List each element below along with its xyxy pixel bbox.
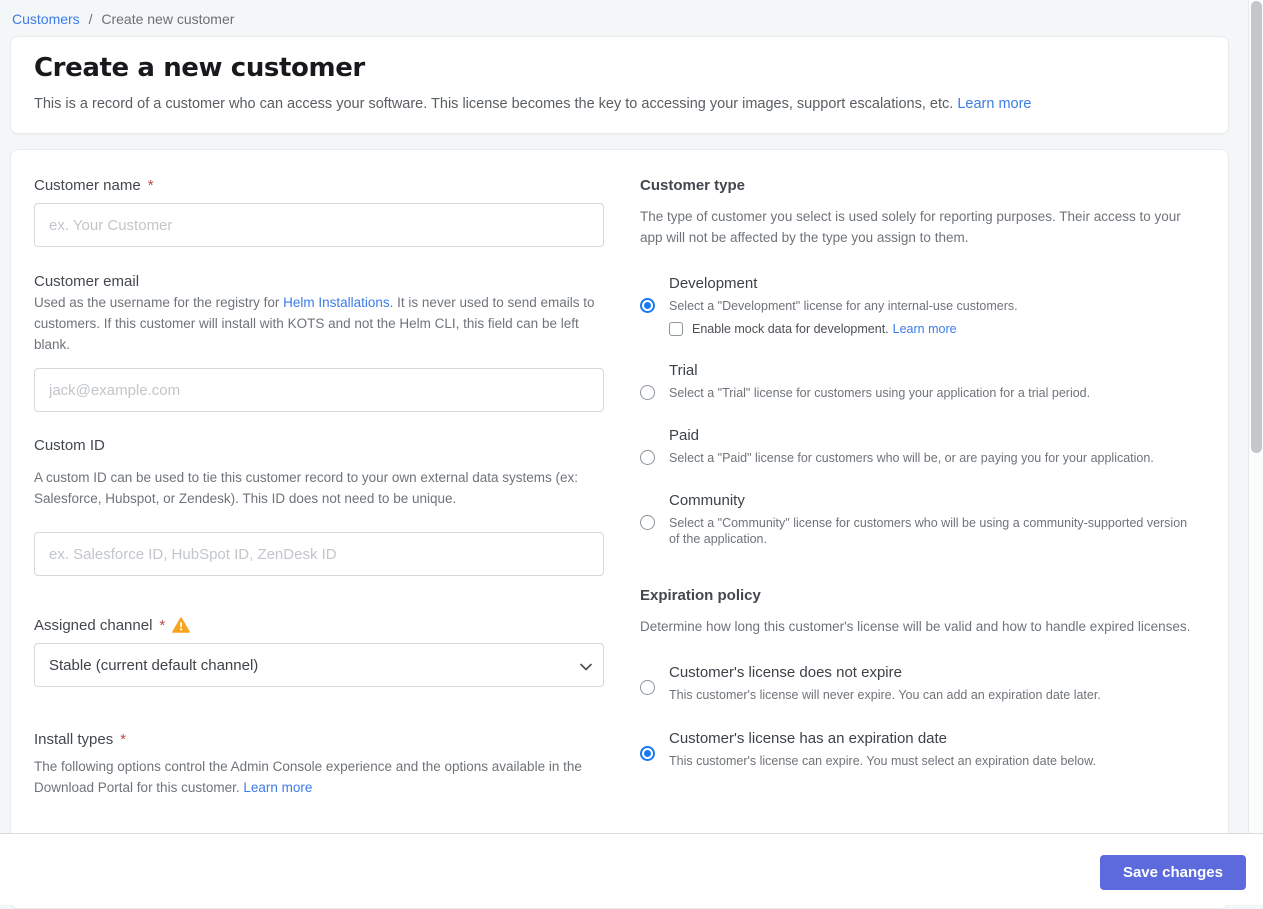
customer-email-label-text: Customer email xyxy=(34,273,140,290)
radio-license-has-expiration-date[interactable] xyxy=(640,746,655,761)
development-option-description: Select a "Development" license for any i… xyxy=(669,299,1018,313)
radio-development[interactable] xyxy=(640,298,655,313)
form-left-column: Customer name * Customer email Used as t… xyxy=(34,177,604,868)
customer-name-label-text: Customer name xyxy=(34,177,141,194)
sticky-footer: Save changes xyxy=(0,833,1263,905)
form-right-column: Customer type The type of customer you s… xyxy=(640,177,1197,868)
page-header-card: Create a new customer This is a record o… xyxy=(10,36,1229,134)
enable-mock-data-label[interactable]: Enable mock data for development. xyxy=(692,322,889,336)
has-expiration-option-description: This customer's license can expire. You … xyxy=(669,754,1096,768)
development-option-label[interactable]: Development xyxy=(669,275,1197,292)
custom-id-input[interactable] xyxy=(34,532,604,576)
breadcrumb-separator: / xyxy=(88,11,93,27)
breadcrumb: Customers / Create new customer xyxy=(0,0,1263,27)
header-learn-more-link[interactable]: Learn more xyxy=(957,96,1031,112)
customer-type-option-community: Community Select a "Community" license f… xyxy=(640,492,1197,547)
expiration-policy-description: Determine how long this customer's licen… xyxy=(640,619,1191,634)
page-title: Create a new customer xyxy=(34,53,365,83)
community-option-label[interactable]: Community xyxy=(669,492,1197,509)
save-button[interactable]: Save changes xyxy=(1099,855,1246,890)
breadcrumb-current: Create new customer xyxy=(101,11,235,27)
customer-email-input[interactable] xyxy=(34,368,604,412)
customer-email-help-before: Used as the username for the registry fo… xyxy=(34,295,284,310)
helm-installations-link[interactable]: Helm Installations xyxy=(283,295,390,310)
required-asterisk: * xyxy=(120,731,127,748)
customer-form-card: Customer name * Customer email Used as t… xyxy=(10,149,1229,909)
required-asterisk: * xyxy=(147,177,154,194)
custom-id-field-group: Custom ID A custom ID can be used to tie… xyxy=(34,437,604,617)
no-expire-option-description: This customer's license will never expir… xyxy=(669,688,1101,702)
custom-id-help: A custom ID can be used to tie this cust… xyxy=(34,470,578,506)
community-option-description: Select a "Community" license for custome… xyxy=(669,516,1188,546)
customer-type-section: Customer type The type of customer you s… xyxy=(640,177,1197,547)
no-expire-option-label[interactable]: Customer's license does not expire xyxy=(669,664,1197,681)
assigned-channel-field-group: Assigned channel * Stable (current defau… xyxy=(34,616,604,687)
install-types-help: The following options control the Admin … xyxy=(34,756,604,798)
development-option-body: Select a "Development" license for any i… xyxy=(669,296,1018,336)
has-expiration-option-label[interactable]: Customer's license has an expiration dat… xyxy=(669,730,1197,747)
page-description: This is a record of a customer who can a… xyxy=(34,96,1204,112)
expiration-policy-section: Expiration policy Determine how long thi… xyxy=(640,587,1197,769)
paid-option-label[interactable]: Paid xyxy=(669,427,1197,444)
trial-option-description: Select a "Trial" license for customers u… xyxy=(669,386,1091,400)
warning-triangle-icon xyxy=(172,616,191,633)
custom-id-label-text: Custom ID xyxy=(34,437,105,454)
install-types-learn-more-link[interactable]: Learn more xyxy=(243,780,312,795)
customer-email-label: Customer email xyxy=(34,273,604,290)
expiration-option-no-expire: Customer's license does not expire This … xyxy=(640,664,1197,703)
customer-name-label: Customer name * xyxy=(34,177,604,194)
enable-mock-data-checkbox[interactable] xyxy=(669,322,683,336)
install-types-label: Install types * xyxy=(34,731,604,748)
radio-trial[interactable] xyxy=(640,385,655,400)
customer-email-field-group: Customer email Used as the username for … xyxy=(34,273,604,437)
radio-license-does-not-expire[interactable] xyxy=(640,680,655,695)
customer-type-heading: Customer type xyxy=(640,177,746,194)
paid-option-description: Select a "Paid" license for customers wh… xyxy=(669,451,1154,465)
breadcrumb-customers-link[interactable]: Customers xyxy=(12,11,80,27)
assigned-channel-label-text: Assigned channel xyxy=(34,617,153,634)
customer-name-input[interactable] xyxy=(34,203,604,247)
customer-type-option-development: Development Select a "Development" licen… xyxy=(640,275,1197,336)
assigned-channel-select[interactable]: Stable (current default channel) xyxy=(34,643,604,687)
customer-name-field-group: Customer name * xyxy=(34,177,604,273)
page-description-text: This is a record of a customer who can a… xyxy=(34,96,958,112)
customer-type-description: The type of customer you select is used … xyxy=(640,209,1181,245)
customer-email-help: Used as the username for the registry fo… xyxy=(34,292,604,355)
radio-community[interactable] xyxy=(640,515,655,530)
custom-id-label: Custom ID xyxy=(34,437,604,454)
scrollbar-thumb[interactable] xyxy=(1251,1,1262,453)
scrollbar-track[interactable] xyxy=(1248,0,1263,833)
customer-type-option-trial: Trial Select a "Trial" license for custo… xyxy=(640,362,1197,401)
expiration-option-has-expiration: Customer's license has an expiration dat… xyxy=(640,730,1197,769)
required-asterisk: * xyxy=(159,617,166,634)
assigned-channel-label: Assigned channel * xyxy=(34,616,604,634)
trial-option-label[interactable]: Trial xyxy=(669,362,1197,379)
enable-mock-data-row: Enable mock data for development. Learn … xyxy=(669,322,1018,336)
customer-type-option-paid: Paid Select a "Paid" license for custome… xyxy=(640,427,1197,466)
expiration-policy-heading: Expiration policy xyxy=(640,587,761,604)
install-types-field-group: Install types * The following options co… xyxy=(34,731,604,798)
mock-data-learn-more-link[interactable]: Learn more xyxy=(893,322,957,336)
assigned-channel-select-wrap: Stable (current default channel) xyxy=(34,643,604,687)
radio-paid[interactable] xyxy=(640,450,655,465)
install-types-label-text: Install types xyxy=(34,731,114,748)
